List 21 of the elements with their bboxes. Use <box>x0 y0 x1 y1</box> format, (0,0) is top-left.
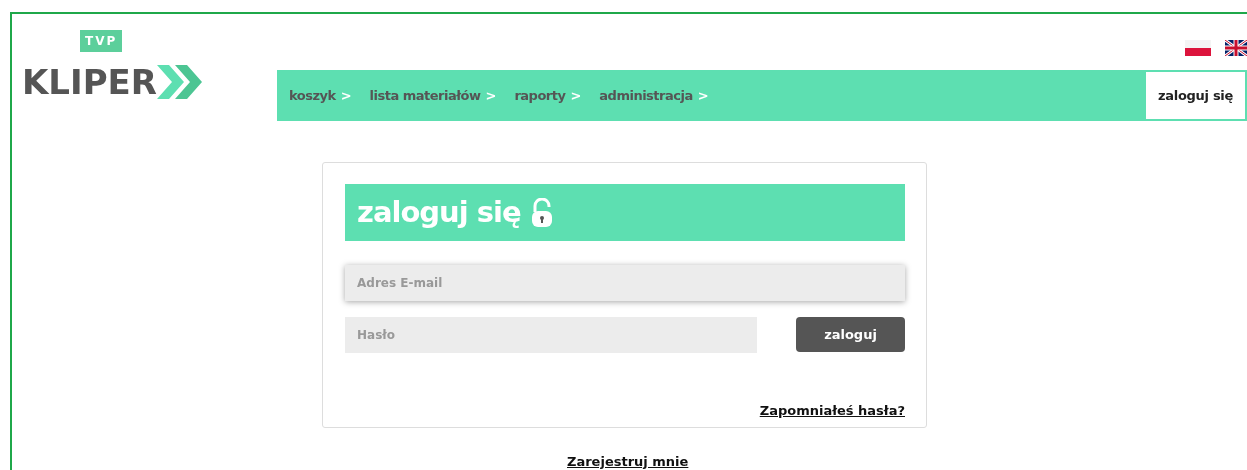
nav-link[interactable]: koszyk <box>289 85 336 106</box>
polish-flag-icon[interactable] <box>1185 40 1211 56</box>
password-field[interactable]: Hasło <box>345 317 757 353</box>
nav-link[interactable]: lista materiałów <box>369 85 481 106</box>
login-title: zaloguj się <box>357 193 521 231</box>
arrow-separator: > <box>697 86 709 105</box>
arrow-separator: > <box>485 86 497 105</box>
logo-badge: TVP <box>80 30 123 52</box>
email-field[interactable]: Adres E-mail <box>345 265 905 301</box>
padlock-icon <box>530 197 553 228</box>
british-flag-icon[interactable] <box>1225 40 1247 56</box>
chevrons-icon <box>157 65 203 99</box>
login-link[interactable]: zaloguj się <box>1144 70 1247 121</box>
forgot-password-link[interactable]: Zapomniałeś hasła? <box>759 401 905 421</box>
arrow-separator: > <box>340 86 352 105</box>
logo-text: KLIPER <box>22 62 157 102</box>
register-link[interactable]: Zarejestruj mnie <box>567 451 689 470</box>
nav-link[interactable]: raporty <box>514 85 566 106</box>
nav-link[interactable]: administracja <box>599 85 693 106</box>
arrow-separator: > <box>570 86 582 105</box>
login-button[interactable]: zaloguj <box>796 317 905 352</box>
